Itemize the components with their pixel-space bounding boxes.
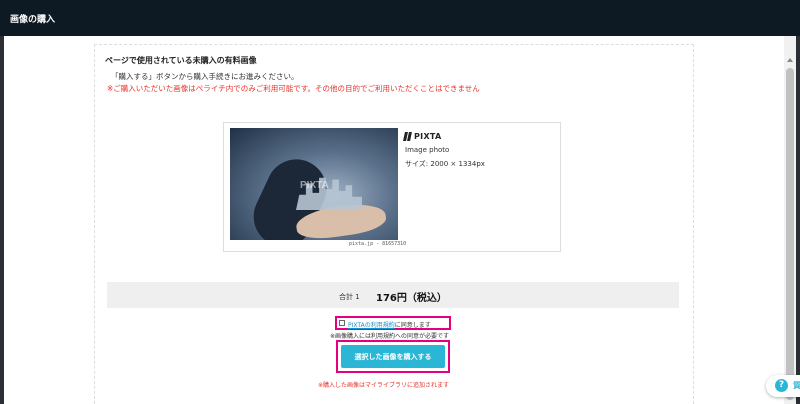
library-note: ※購入した画像はマイライブラリに追加されます [318, 382, 450, 389]
image-watermark: PIXTA [300, 180, 329, 191]
agreement-note: ※画像購入には利用規約への同意が必要です [330, 333, 450, 340]
agree-checkbox[interactable] [339, 320, 345, 326]
instruction-text: 「購入する」ボタンから購入手続きにお進みください。 [111, 72, 299, 81]
help-label: 質 [793, 381, 800, 390]
section-heading: ページで使用されている未購入の有料画像 [105, 56, 257, 65]
brand-name: PIXTA [414, 132, 442, 141]
question-icon: ? [775, 379, 788, 392]
scroll-up-arrow-icon[interactable] [787, 58, 793, 62]
image-thumbnail: PIXTA [230, 128, 398, 240]
brand-logo: PIXTA [404, 132, 442, 141]
modal-scrollbar[interactable] [784, 36, 796, 404]
scrollbar-thumb[interactable] [786, 68, 794, 400]
usage-warning-text: ※ご購入いただいた画像はペライチ内でのみご利用可能です。その他の目的でご利用いた… [107, 84, 480, 93]
buy-selected-images-button[interactable]: 選択した画像を購入する [341, 345, 445, 368]
terms-link[interactable]: PIXTAの利用規約 [348, 322, 395, 329]
agreement-label: PIXTAの利用規約に同意します [348, 320, 431, 329]
help-widget[interactable]: ? 質 [766, 375, 800, 397]
agreement-suffix: に同意します [394, 322, 431, 329]
modal-header: 画像の購入 [0, 0, 800, 36]
image-type: Image photo [405, 146, 450, 154]
pixta-logo-icon [404, 132, 411, 141]
modal-title: 画像の購入 [10, 15, 56, 25]
total-count: 合計 1 [339, 293, 360, 301]
total-price: 176円（税込） [376, 293, 447, 304]
image-size: サイズ: 2000 × 1334px [405, 160, 485, 168]
image-credit: pixta.jp - 81657310 [349, 241, 407, 247]
